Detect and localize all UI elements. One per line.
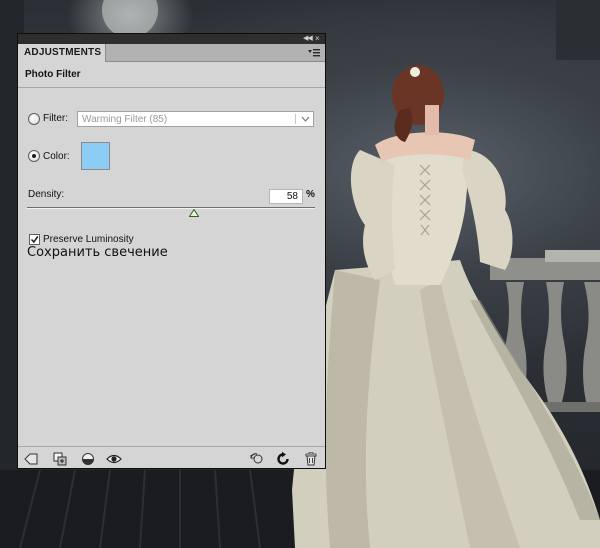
filter-radio[interactable]	[28, 113, 40, 125]
slider-thumb[interactable]	[189, 209, 200, 217]
new-layer-icon[interactable]	[52, 451, 68, 467]
panel-menu-icon[interactable]	[307, 48, 321, 58]
close-icon[interactable]: ×	[315, 34, 324, 43]
reset-icon[interactable]	[275, 451, 291, 467]
footer-divider	[18, 446, 325, 447]
clip-layer-icon[interactable]	[80, 451, 96, 467]
chevron-down-icon	[301, 116, 310, 122]
back-arrow-icon[interactable]	[23, 451, 39, 467]
preserve-luminosity-checkbox[interactable]	[29, 234, 40, 245]
heading-divider	[18, 87, 325, 88]
collapse-icon[interactable]: ◀◀	[303, 34, 313, 43]
panel-heading: Photo Filter	[25, 69, 81, 80]
checkmark-icon	[30, 236, 39, 244]
filter-dropdown[interactable]: Warming Filter (85)	[77, 111, 314, 127]
color-label: Color:	[43, 151, 70, 162]
trash-icon[interactable]	[303, 451, 319, 467]
translation-note: Сохранить свечение	[27, 245, 168, 260]
panel-title-bar[interactable]: ◀◀ ×	[18, 34, 325, 44]
density-unit: %	[306, 189, 315, 200]
panel-tab-strip: ADJUSTMENTS	[18, 44, 325, 62]
visibility-eye-icon[interactable]	[106, 451, 122, 467]
density-input[interactable]: 58	[269, 189, 303, 204]
dropdown-divider	[295, 114, 296, 124]
previous-state-icon[interactable]	[249, 451, 265, 467]
color-swatch[interactable]	[81, 142, 110, 170]
tab-adjustments[interactable]: ADJUSTMENTS	[18, 44, 106, 62]
density-label: Density:	[28, 189, 65, 200]
filter-dropdown-value: Warming Filter (85)	[82, 114, 168, 125]
density-slider[interactable]	[27, 207, 315, 209]
filter-label: Filter:	[43, 113, 68, 124]
color-radio[interactable]	[28, 150, 40, 162]
preserve-luminosity-label: Preserve Luminosity	[43, 234, 134, 245]
adjustments-panel: ◀◀ × ADJUSTMENTS Photo Filter Filter: Wa…	[17, 33, 326, 469]
